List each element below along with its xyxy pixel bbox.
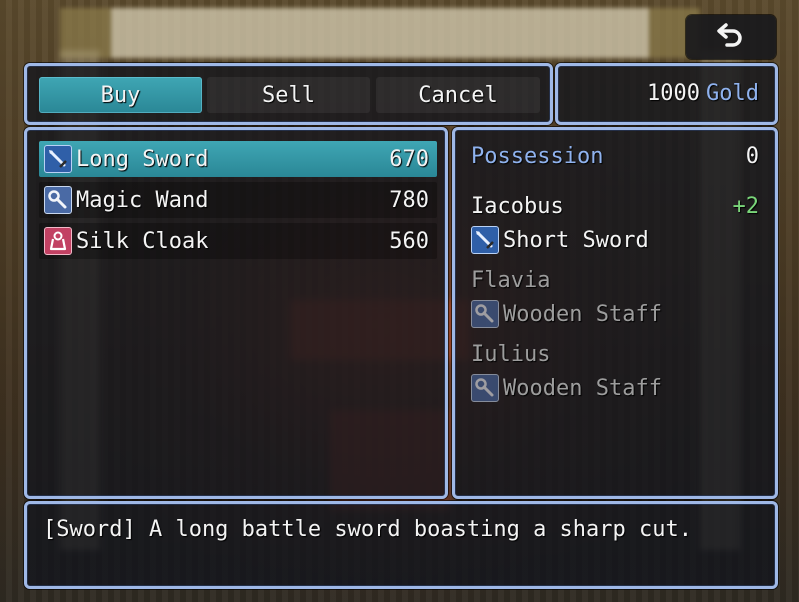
- actor-equip-iacobus: Short Sword: [471, 225, 759, 255]
- back-button[interactable]: [686, 15, 776, 59]
- stat-change: +2: [732, 193, 760, 219]
- sword-icon: [44, 145, 72, 173]
- background-wall: [60, 8, 700, 58]
- gold-display: 1000 Gold: [647, 81, 759, 106]
- cancel-command[interactable]: Cancel: [376, 77, 540, 113]
- sword-icon: [471, 226, 499, 254]
- cloak-icon: [44, 227, 72, 255]
- equip-name: Wooden Staff: [503, 301, 662, 327]
- actor-row-iacobus: Iacobus +2: [471, 191, 759, 221]
- item-row-silk-cloak[interactable]: Silk Cloak 560: [39, 223, 437, 259]
- item-price: 670: [389, 146, 429, 172]
- shop-command-window: Buy Sell Cancel: [24, 63, 553, 125]
- item-row-magic-wand[interactable]: Magic Wand 780: [39, 182, 437, 218]
- possession-label: Possession: [471, 143, 604, 169]
- actor-name: Flavia: [471, 267, 551, 293]
- item-name: Magic Wand: [76, 187, 209, 213]
- possession-line: Possession 0: [471, 141, 759, 171]
- actor-name: Iacobus: [471, 193, 564, 219]
- actor-name: Iulius: [471, 341, 551, 367]
- buy-item-list: Long Sword 670 Magic Wand 780 Silk Cloak…: [24, 127, 448, 499]
- actor-row-flavia: Flavia: [471, 265, 759, 295]
- help-window: [Sword] A long battle sword boasting a s…: [24, 501, 778, 589]
- actor-equip-iulius: Wooden Staff: [471, 373, 759, 403]
- wand-icon: [471, 374, 499, 402]
- shop-status-window: Possession 0 Iacobus +2 Short Sword Flav…: [452, 127, 778, 499]
- gold-window: 1000 Gold: [555, 63, 778, 125]
- buy-command[interactable]: Buy: [39, 77, 202, 113]
- item-name: Long Sword: [76, 146, 209, 172]
- item-row-long-sword[interactable]: Long Sword 670: [39, 141, 437, 177]
- gold-unit: Gold: [706, 81, 759, 106]
- wand-icon: [44, 186, 72, 214]
- item-description: [Sword] A long battle sword boasting a s…: [43, 517, 693, 542]
- possession-count: 0: [745, 143, 759, 169]
- actor-equip-flavia: Wooden Staff: [471, 299, 759, 329]
- item-name: Silk Cloak: [76, 228, 209, 254]
- actor-row-iulius: Iulius: [471, 339, 759, 369]
- back-arrow-icon: [716, 22, 746, 52]
- sell-command[interactable]: Sell: [207, 77, 370, 113]
- equip-name: Wooden Staff: [503, 375, 662, 401]
- equip-name: Short Sword: [503, 227, 649, 253]
- gold-amount: 1000: [647, 81, 701, 106]
- item-price: 780: [389, 187, 429, 213]
- item-price: 560: [389, 228, 429, 254]
- wand-icon: [471, 300, 499, 328]
